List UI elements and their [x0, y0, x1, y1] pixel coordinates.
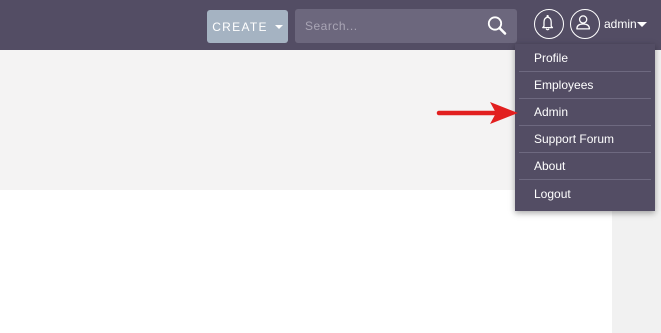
menu-item-employees[interactable]: Employees	[519, 72, 651, 99]
search-input[interactable]	[295, 9, 475, 43]
create-button[interactable]: CREATE	[207, 10, 288, 43]
notifications-button[interactable]	[534, 9, 564, 39]
bell-icon	[542, 14, 554, 31]
chevron-down-icon	[274, 25, 283, 29]
menu-item-about[interactable]: About	[519, 153, 651, 180]
user-name[interactable]: admin	[604, 17, 637, 31]
create-button-label: CREATE	[212, 19, 268, 34]
menu-item-support-forum[interactable]: Support Forum	[519, 126, 651, 153]
menu-item-admin[interactable]: Admin	[519, 99, 651, 126]
menu-item-logout[interactable]: Logout	[519, 180, 651, 207]
user-avatar-icon	[576, 15, 591, 30]
chevron-down-icon[interactable]	[637, 22, 647, 27]
user-avatar-button[interactable]	[570, 9, 600, 39]
user-dropdown-menu: Profile Employees Admin Support Forum Ab…	[515, 44, 655, 211]
menu-item-profile[interactable]: Profile	[519, 45, 651, 72]
arrow-icon	[436, 102, 518, 124]
search-box	[295, 9, 517, 43]
search-icon[interactable]	[485, 14, 509, 38]
top-navigation-bar: CREATE admin	[0, 0, 661, 50]
